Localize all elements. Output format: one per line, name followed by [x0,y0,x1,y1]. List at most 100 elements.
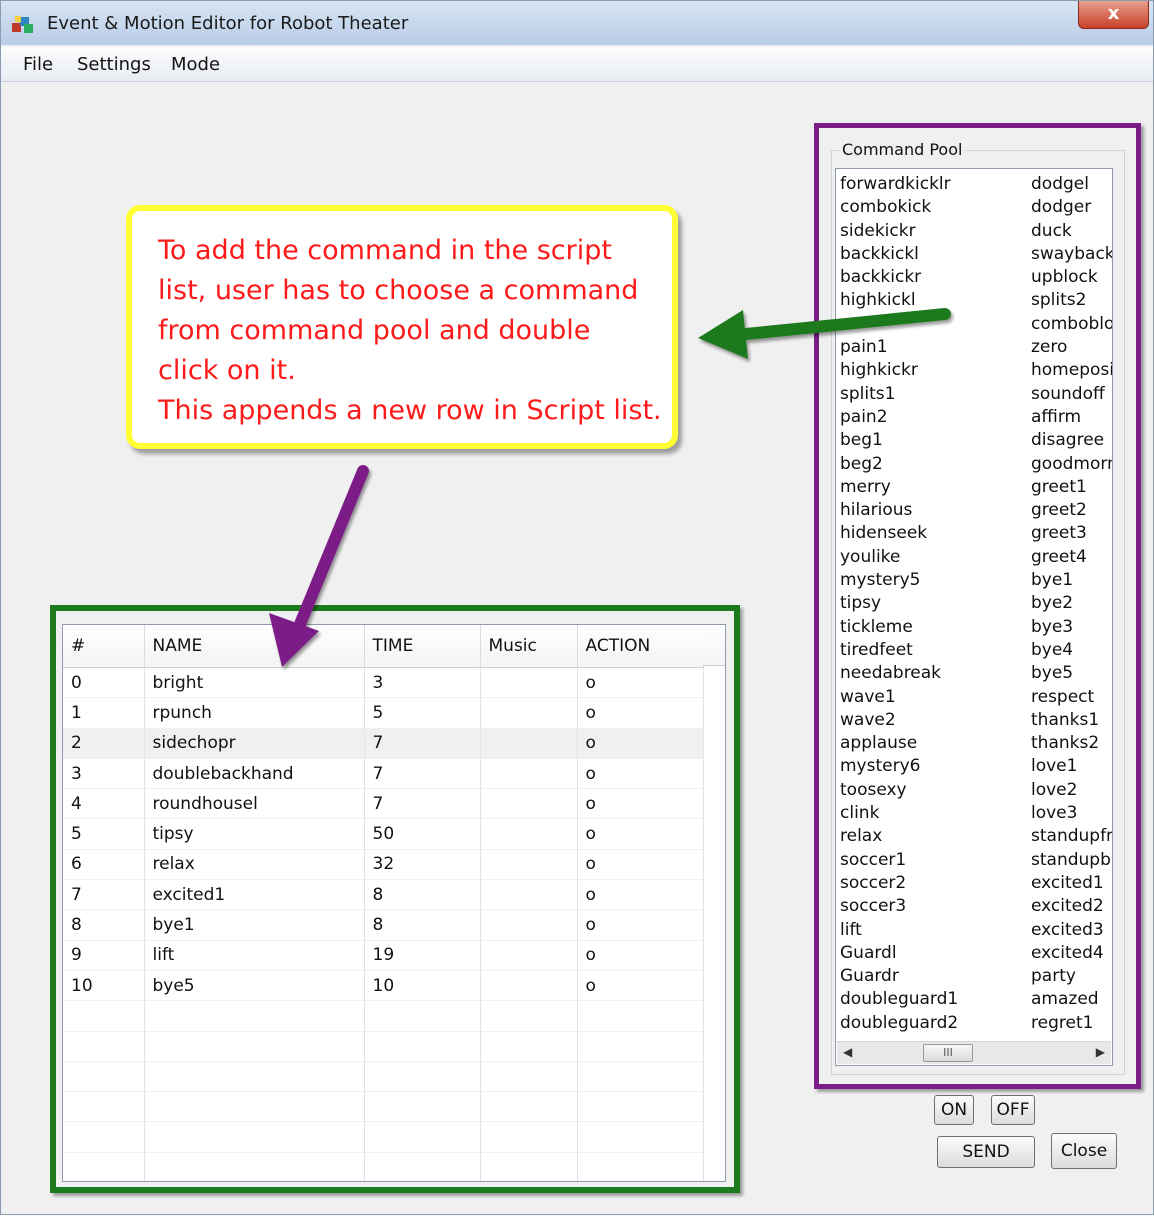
cell-music[interactable] [480,788,578,820]
menu-file[interactable]: File [23,54,53,75]
cell-time[interactable]: 7 [364,728,481,759]
command-pool-item[interactable]: hilarious [840,499,958,522]
command-pool-item[interactable]: splits1 [840,383,958,406]
command-pool-item[interactable]: highkickl [840,289,958,312]
table-row[interactable]: 9 lift 19 o [63,940,704,971]
command-pool-item[interactable]: dodgel [1031,173,1112,196]
command-pool-item[interactable]: clink [840,802,958,825]
cell-action[interactable]: o [577,879,704,911]
command-pool-item[interactable]: greet3 [1031,522,1112,545]
command-pool-item[interactable]: applause [840,732,958,755]
cell-time[interactable]: 5 [364,697,481,729]
command-pool-item[interactable]: relax [840,825,958,848]
command-pool-item[interactable]: youlike [840,546,958,569]
table-row[interactable]: 2 sidechopr 7 o [63,728,704,759]
command-pool-item[interactable]: disagree [1031,429,1112,452]
command-pool-item[interactable]: splits2 [1031,289,1112,312]
cell-time[interactable]: 3 [364,667,481,699]
command-pool-item[interactable]: lift [840,919,958,942]
command-pool-item[interactable]: greet1 [1031,476,1112,499]
command-pool-item[interactable]: wave1 [840,686,958,709]
command-pool-item[interactable]: love3 [1031,802,1112,825]
cell-music[interactable] [480,940,578,971]
cell-action[interactable]: o [577,909,704,941]
command-pool-item[interactable]: bye5 [1031,662,1112,685]
command-pool-item[interactable]: soccer3 [840,895,958,918]
command-pool-item[interactable]: love2 [1031,779,1112,802]
command-pool-item[interactable]: standupfr [1031,825,1112,848]
cell-number[interactable]: 3 [63,758,145,790]
command-pool-item[interactable]: goodmorni [1031,453,1112,476]
cell-name[interactable]: tipsy [144,818,365,850]
column-header-music[interactable]: Music [480,625,578,668]
cell-music[interactable] [480,970,578,1002]
command-pool-item[interactable]: beg1 [840,429,958,452]
command-pool-item[interactable]: tickleme [840,616,958,639]
command-pool-item[interactable]: bye3 [1031,616,1112,639]
cell-action[interactable]: o [577,728,704,759]
cell-name[interactable]: doublebackhand [144,758,365,790]
cell-name[interactable]: lift [144,940,365,971]
command-pool-item[interactable]: beg2 [840,453,958,476]
command-pool-item[interactable]: dodger [1031,196,1112,219]
scroll-right-icon[interactable]: ▶ [1096,1045,1105,1059]
command-pool-item[interactable]: combobloc [1031,313,1112,336]
command-pool-item[interactable]: bye1 [1031,569,1112,592]
cell-music[interactable] [480,879,578,911]
cell-music[interactable] [480,667,578,699]
command-pool-item[interactable]: pain1 [840,336,958,359]
column-header-name[interactable]: NAME [144,625,365,668]
cell-action[interactable]: o [577,849,704,881]
command-pool-item[interactable]: tipsy [840,592,958,615]
command-pool-item[interactable]: highkickr [840,359,958,382]
command-pool-item[interactable]: bye2 [1031,592,1112,615]
command-pool-item[interactable]: standupba [1031,849,1112,872]
command-pool-item[interactable]: duck [1031,220,1112,243]
cell-name[interactable]: bright [144,667,365,699]
table-row[interactable]: 8 bye1 8 o [63,909,704,941]
table-row[interactable]: 5 tipsy 50 o [63,818,704,850]
cell-action[interactable]: o [577,697,704,729]
command-pool-item[interactable]: pain2 [840,406,958,429]
cell-music[interactable] [480,758,578,790]
command-pool-item[interactable]: hidenseek [840,522,958,545]
command-pool-item[interactable]: greet2 [1031,499,1112,522]
cell-number[interactable]: 9 [63,940,145,971]
command-pool-item[interactable]: merry [840,476,958,499]
command-pool-item[interactable]: combokick [840,196,958,219]
cell-number[interactable]: 6 [63,849,145,881]
command-pool-item[interactable]: forwardkicklr [840,173,958,196]
command-pool-item[interactable]: greet4 [1031,546,1112,569]
scroll-left-icon[interactable]: ◀ [843,1045,852,1059]
command-pool-item[interactable]: needabreak [840,662,958,685]
cell-music[interactable] [480,697,578,729]
cell-number[interactable]: 10 [63,970,145,1002]
cell-music[interactable] [480,818,578,850]
command-pool-item[interactable]: backkickr [840,266,958,289]
table-row[interactable]: 10 bye5 10 o [63,970,704,1002]
command-pool-item[interactable] [840,313,958,336]
off-button[interactable]: OFF [991,1095,1035,1125]
command-pool-item[interactable]: amazed [1031,988,1112,1011]
command-pool-item[interactable]: Guardl [840,942,958,965]
command-pool-item[interactable]: respect [1031,686,1112,709]
cell-number[interactable]: 1 [63,697,145,729]
cell-music[interactable] [480,909,578,941]
cell-name[interactable]: roundhousel [144,788,365,820]
script-list[interactable]: # NAME TIME Music ACTION 0 bright 3 o 1 rpunc… [62,624,726,1182]
command-pool-item[interactable]: wave2 [840,709,958,732]
cell-action[interactable]: o [577,788,704,820]
command-pool-item[interactable]: toosexy [840,779,958,802]
cell-time[interactable]: 7 [364,788,481,820]
cell-time[interactable]: 8 [364,879,481,911]
table-row[interactable]: 3 doublebackhand 7 o [63,758,704,790]
cell-number[interactable]: 8 [63,909,145,941]
command-pool-item[interactable]: bye4 [1031,639,1112,662]
command-pool-item[interactable]: excited2 [1031,895,1112,918]
menu-mode[interactable]: Mode [171,54,220,75]
cell-time[interactable]: 10 [364,970,481,1002]
command-pool-item[interactable]: excited3 [1031,919,1112,942]
on-button[interactable]: ON [934,1095,974,1125]
cell-number[interactable]: 4 [63,788,145,820]
command-pool-item[interactable]: soccer1 [840,849,958,872]
